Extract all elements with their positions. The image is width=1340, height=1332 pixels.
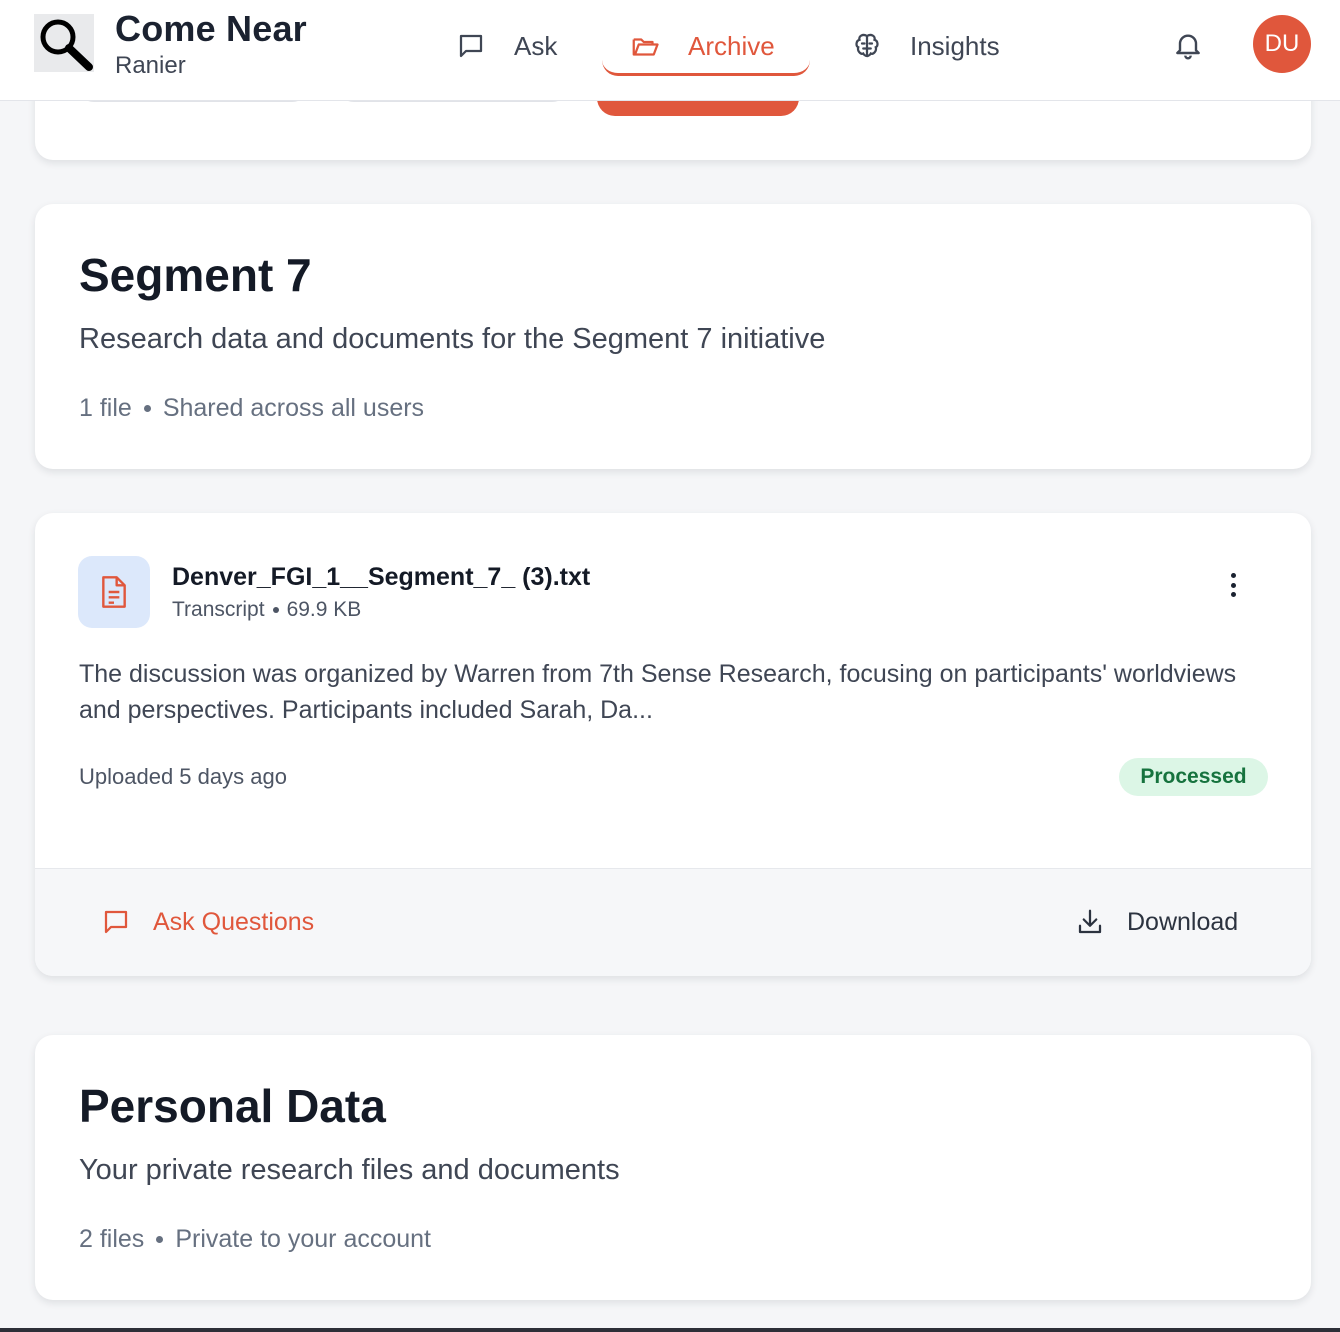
nav-archive[interactable]: Archive — [602, 20, 810, 76]
separator-dot — [143, 405, 151, 412]
more-options-icon[interactable] — [1221, 569, 1245, 601]
folder-open-icon — [632, 37, 659, 56]
ask-questions-button[interactable]: Ask Questions — [101, 907, 314, 937]
collection-title: Personal Data — [79, 1080, 386, 1132]
separator-dot — [156, 1236, 164, 1243]
document-icon — [78, 556, 150, 628]
download-label: Download — [1127, 907, 1239, 936]
top-navbar: Come Near Ranier Ask Archive Insights DU — [0, 0, 1340, 101]
collection-card-segment-7: Segment 7 Research data and documents fo… — [35, 204, 1311, 469]
nav-archive-label: Archive — [688, 31, 775, 61]
brand-title: Come Near — [115, 8, 307, 49]
file-meta: Transcript 69.9 KB — [172, 598, 361, 622]
nav-insights-label: Insights — [910, 30, 1000, 61]
status-badge: Processed — [1119, 758, 1268, 796]
separator-dot — [272, 607, 279, 613]
chat-icon — [459, 34, 483, 58]
collection-meta: 2 files Private to your account — [79, 1225, 431, 1254]
collection-title: Segment 7 — [79, 249, 312, 301]
sharing-status: Private to your account — [175, 1225, 432, 1253]
collection-meta: 1 file Shared across all users — [79, 394, 424, 423]
file-type: Transcript — [172, 598, 265, 621]
download-icon — [1078, 909, 1102, 934]
file-count: 2 files — [79, 1225, 145, 1253]
download-button[interactable]: Download — [1075, 907, 1238, 937]
bell-icon[interactable] — [1172, 28, 1204, 62]
collection-card-personal-data: Personal Data Your private research file… — [35, 1035, 1311, 1300]
magnifier-logo-icon[interactable] — [34, 14, 94, 72]
file-card: Denver_FGI_1__Segment_7_ (3).txt Transcr… — [35, 513, 1311, 976]
file-name[interactable]: Denver_FGI_1__Segment_7_ (3).txt — [172, 563, 590, 592]
page: Come Near Ranier Ask Archive Insights DU… — [0, 0, 1340, 1332]
file-actions: Ask Questions Download — [35, 868, 1311, 976]
collection-description: Research data and documents for the Segm… — [79, 323, 826, 355]
nav-ask[interactable]: Ask — [456, 22, 557, 70]
ask-questions-label: Ask Questions — [153, 907, 315, 936]
bottom-edge-bar — [0, 1328, 1340, 1332]
sharing-status: Shared across all users — [162, 394, 425, 422]
brain-icon — [855, 33, 879, 58]
nav-insights[interactable]: Insights — [852, 22, 1000, 70]
collection-description: Your private research files and document… — [79, 1154, 620, 1186]
user-avatar[interactable]: DU — [1253, 15, 1311, 73]
file-summary: The discussion was organized by Warren f… — [79, 660, 1237, 724]
brand-subtitle: Ranier — [115, 52, 186, 79]
nav-ask-label: Ask — [514, 30, 558, 61]
chat-icon — [104, 910, 128, 934]
upload-time: Uploaded 5 days ago — [79, 764, 287, 789]
file-size: 69.9 KB — [286, 598, 362, 621]
file-count: 1 file — [79, 394, 132, 422]
